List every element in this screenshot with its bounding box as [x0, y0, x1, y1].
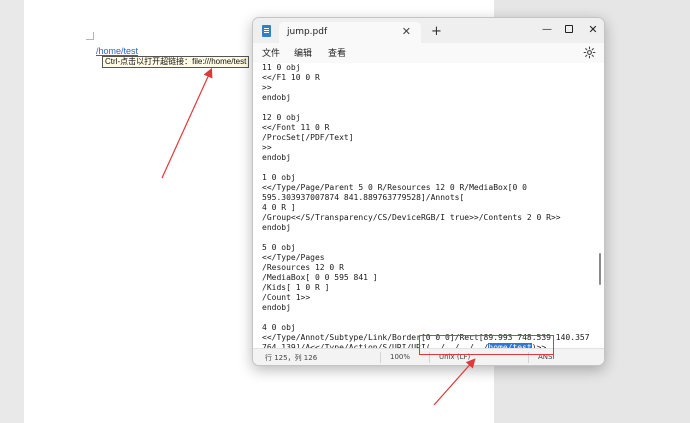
arrow-to-tooltip	[161, 67, 213, 179]
arrow-to-uri	[433, 358, 476, 406]
annotation-arrows	[161, 67, 476, 406]
